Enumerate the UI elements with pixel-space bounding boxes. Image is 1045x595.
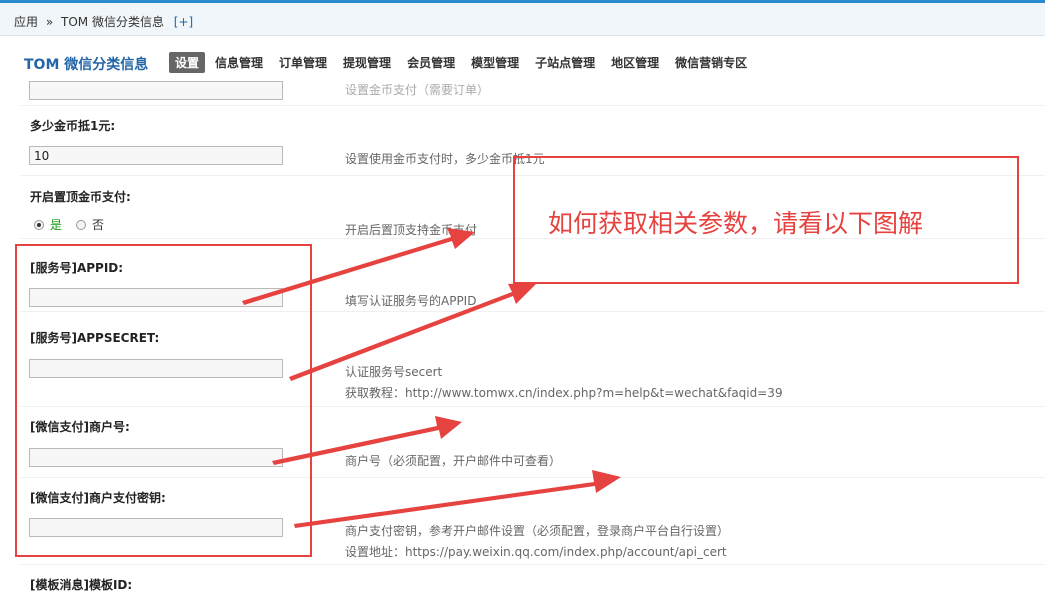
annotation-arrows: [242, 228, 621, 528]
arrow-mchkey: [294, 470, 621, 528]
arrow-appsecret: [289, 282, 538, 381]
arrow-appid: [242, 228, 475, 305]
arrow-mchid: [272, 416, 462, 465]
